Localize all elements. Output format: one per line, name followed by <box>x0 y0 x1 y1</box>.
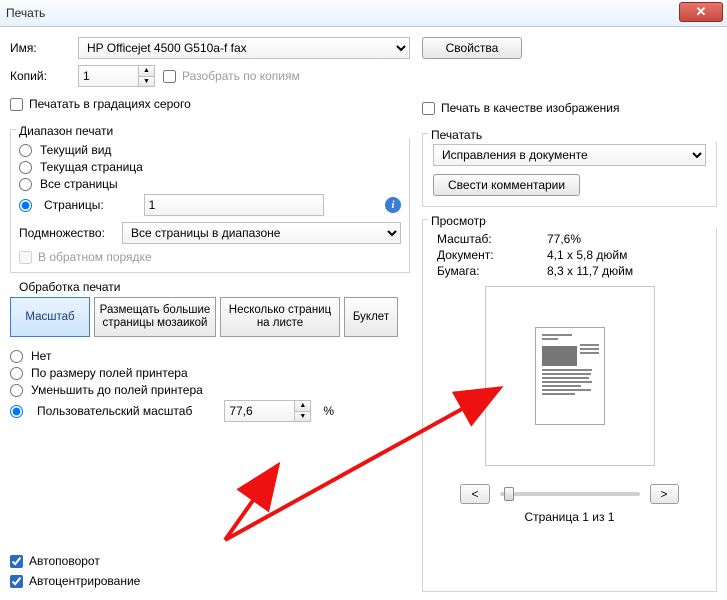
preview-scale-value: 77,6% <box>547 232 581 246</box>
titlebar: Печать ✕ <box>0 0 727 27</box>
copies-spinner[interactable]: ▲▼ <box>78 65 155 87</box>
scale-fit-radio[interactable] <box>10 367 23 380</box>
info-icon[interactable]: i <box>385 197 401 213</box>
autorotate-checkbox[interactable]: Автоповорот <box>10 554 410 568</box>
custom-scale-spinner[interactable]: ▲▼ <box>224 400 311 422</box>
preview-slider[interactable] <box>500 492 640 496</box>
preview-prev-button[interactable]: < <box>460 484 489 504</box>
subset-label: Подмножество: <box>19 226 114 240</box>
copies-down[interactable]: ▼ <box>139 76 154 86</box>
flatten-comments-button[interactable]: Свести комментарии <box>433 174 580 196</box>
printer-name-row: Имя: HP Officejet 4500 G510a-f fax <box>10 37 410 59</box>
handling-tabs: Масштаб Размещать большие страницы мозаи… <box>10 297 410 337</box>
preview-group-label: Просмотр <box>428 214 723 228</box>
handling-group-label: Обработка печати <box>16 280 416 294</box>
copies-label: Копий: <box>10 69 70 83</box>
printer-select[interactable]: HP Officejet 4500 G510a-f fax <box>78 37 410 59</box>
autocenter-checkbox[interactable]: Автоцентрирование <box>10 574 410 588</box>
copies-row: Копий: ▲▼ Разобрать по копиям <box>10 65 410 87</box>
grayscale-checkbox[interactable]: Печатать в градациях серого <box>10 97 410 111</box>
preview-paper-value: 8,3 x 11,7 дюйм <box>547 264 633 278</box>
scale-shrink-radio[interactable] <box>10 384 23 397</box>
collate-checkbox[interactable]: Разобрать по копиям <box>163 69 300 83</box>
scale-none-radio[interactable] <box>10 350 23 363</box>
left-pane: Имя: HP Officejet 4500 G510a-f fax Копий… <box>10 37 410 592</box>
range-all-pages-radio[interactable] <box>19 178 32 191</box>
page-info: Страница 1 из 1 <box>431 510 708 524</box>
print-side-group: Исправления в документе Свести комментар… <box>422 133 717 207</box>
custom-scale-input[interactable] <box>224 400 294 422</box>
window-title: Печать <box>6 6 45 20</box>
scale-up[interactable]: ▲ <box>295 401 310 411</box>
preview-next-button[interactable]: > <box>650 484 679 504</box>
preview-frame <box>485 286 655 466</box>
pages-input[interactable] <box>144 194 324 216</box>
tab-scale[interactable]: Масштаб <box>10 297 90 337</box>
preview-nav: < > <box>431 484 708 504</box>
properties-button[interactable]: Свойства <box>422 37 522 59</box>
range-current-page-radio[interactable] <box>19 161 32 174</box>
subset-select[interactable]: Все страницы в диапазоне <box>122 222 401 244</box>
print-dialog: Имя: HP Officejet 4500 G510a-f fax Копий… <box>0 27 727 600</box>
preview-group: Масштаб:77,6% Документ:4,1 x 5,8 дюйм Бу… <box>422 219 717 592</box>
right-pane: Свойства Печать в качестве изображения П… <box>422 37 717 592</box>
print-as-image-checkbox[interactable]: Печать в качестве изображения <box>422 101 717 115</box>
range-group-label: Диапазон печати <box>16 124 416 138</box>
print-side-group-label: Печатать <box>428 128 723 142</box>
range-current-view-radio[interactable] <box>19 144 32 157</box>
tab-tile[interactable]: Размещать большие страницы мозаикой <box>94 297 216 337</box>
close-button[interactable]: ✕ <box>679 2 723 22</box>
tab-multi[interactable]: Несколько страниц на листе <box>220 297 340 337</box>
copies-up[interactable]: ▲ <box>139 66 154 76</box>
range-pages-radio[interactable] <box>19 199 32 212</box>
handling-group: Масштаб Размещать большие страницы мозаи… <box>10 285 410 425</box>
scale-custom-radio[interactable] <box>10 405 23 418</box>
comments-forms-select[interactable]: Исправления в документе <box>433 144 706 166</box>
copies-input[interactable] <box>78 65 138 87</box>
preview-page <box>535 327 605 425</box>
reverse-order-checkbox: В обратном порядке <box>19 250 401 264</box>
preview-doc-value: 4,1 x 5,8 дюйм <box>547 248 627 262</box>
scale-down[interactable]: ▼ <box>295 411 310 421</box>
tab-booklet[interactable]: Буклет <box>344 297 398 337</box>
range-group: Текущий вид Текущая страница Все страниц… <box>10 129 410 273</box>
slider-thumb[interactable] <box>504 487 514 501</box>
name-label: Имя: <box>10 41 70 55</box>
